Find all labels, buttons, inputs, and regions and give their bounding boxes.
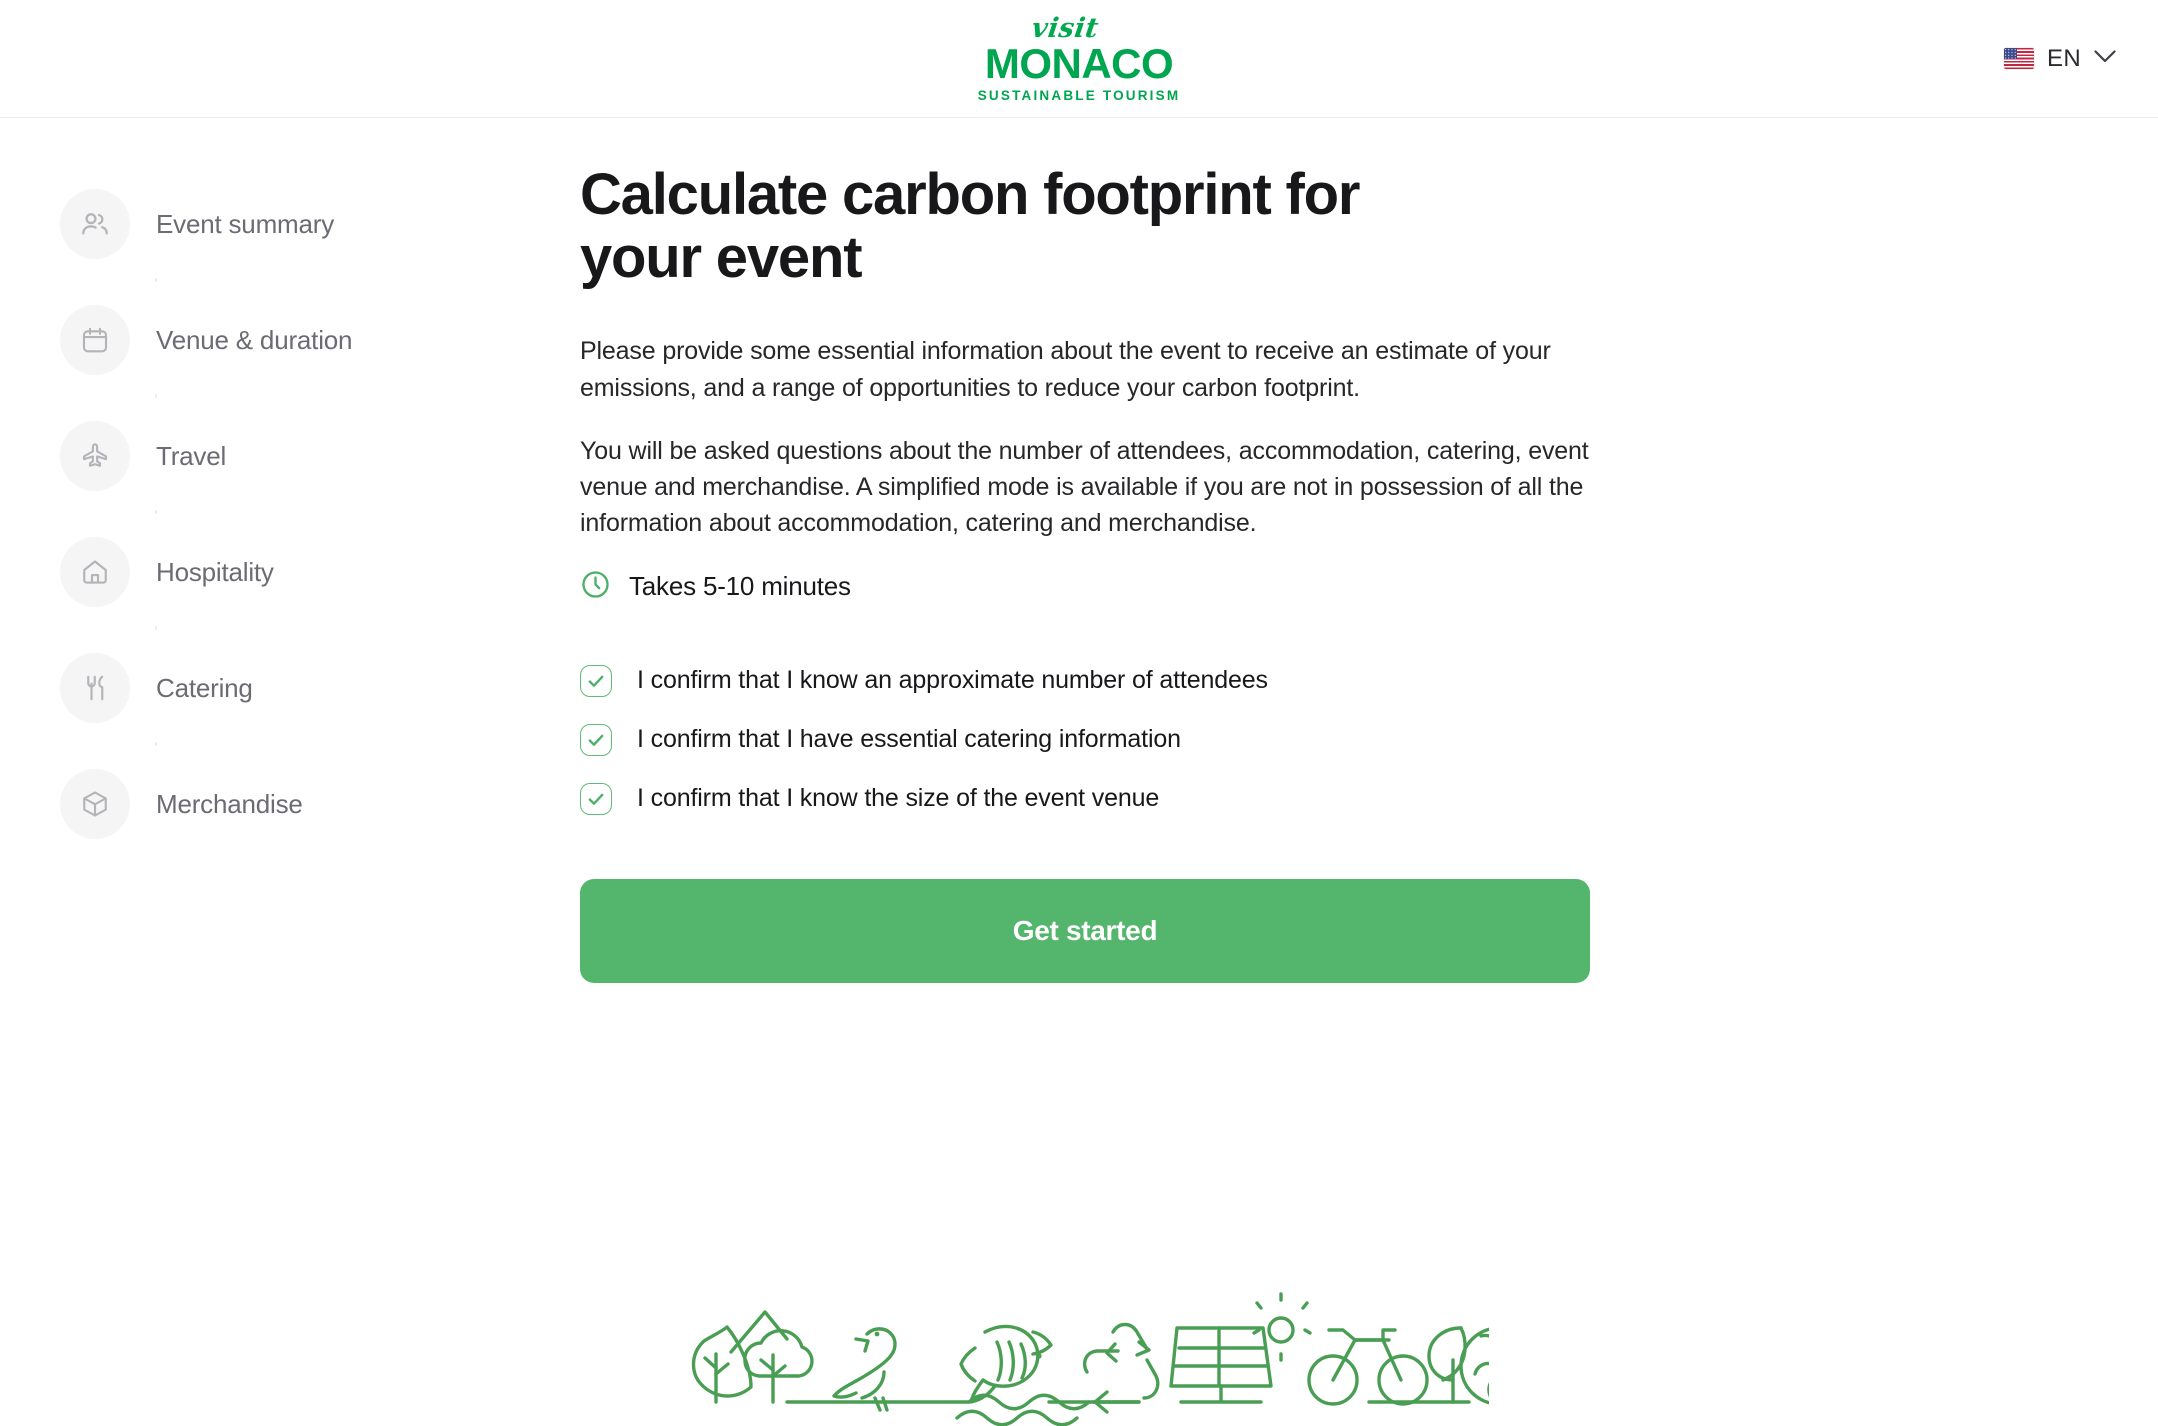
sidebar-item-venue-duration[interactable]: Venue & duration <box>60 282 580 398</box>
airplane-icon <box>60 421 130 491</box>
checkbox-label: I confirm that I have essential catering… <box>637 725 1181 753</box>
house-icon <box>60 537 130 607</box>
app-header: visit MONACO SUSTAINABLE TOURISM EN <box>0 0 2158 118</box>
sidebar-item-event-summary[interactable]: Event summary <box>60 166 580 282</box>
sidebar-item-merchandise[interactable]: Merchandise <box>60 746 580 862</box>
sidebar-item-catering[interactable]: Catering <box>60 630 580 746</box>
chevron-down-icon <box>2094 49 2116 68</box>
checkbox-label: I confirm that I know an approximate num… <box>637 666 1268 694</box>
checkbox-row-catering[interactable]: I confirm that I have essential catering… <box>580 723 1590 756</box>
language-selector[interactable]: EN <box>2004 45 2116 73</box>
step-connector-line <box>155 510 157 514</box>
checkbox-checked-icon[interactable] <box>580 664 612 697</box>
clock-icon <box>580 569 611 605</box>
get-started-button[interactable]: Get started <box>580 878 1590 983</box>
step-list: Event summary Venue & duration Travel Ho… <box>0 166 580 862</box>
duration-label: Takes 5-10 minutes <box>629 571 851 601</box>
sidebar-item-hospitality[interactable]: Hospitality <box>60 514 580 630</box>
page-title: Calculate carbon footprint for your even… <box>580 162 1360 290</box>
checkbox-label: I confirm that I know the size of the ev… <box>637 784 1160 812</box>
logo-script-word: visit <box>1029 12 1101 44</box>
checkbox-checked-icon[interactable] <box>580 782 612 815</box>
sidebar-item-label: Venue & duration <box>156 324 353 355</box>
page-body: Event summary Venue & duration Travel Ho… <box>0 118 2158 1426</box>
main-content: Calculate carbon footprint for your even… <box>580 118 2158 1426</box>
logo-brand-name: MONACO <box>984 39 1174 87</box>
step-connector-line <box>155 278 157 282</box>
checkbox-row-venue-size[interactable]: I confirm that I know the size of the ev… <box>580 782 1590 815</box>
intro-paragraph-2: You will be asked questions about the nu… <box>580 436 1589 538</box>
intro-paragraph-1: Please provide some essential informatio… <box>580 337 1551 402</box>
users-icon <box>60 189 130 259</box>
brand-logo: visit MONACO SUSTAINABLE TOURISM <box>977 12 1181 103</box>
duration-notice: Takes 5-10 minutes <box>580 569 1590 605</box>
sidebar-item-label: Hospitality <box>156 556 274 587</box>
sidebar-item-label: Merchandise <box>156 788 303 819</box>
language-code-label: EN <box>2047 44 2081 72</box>
logo-tagline: SUSTAINABLE TOURISM <box>977 87 1181 103</box>
checkbox-checked-icon[interactable] <box>580 723 612 756</box>
calendar-icon <box>60 305 130 375</box>
fork-knife-icon <box>60 653 130 723</box>
step-connector-line <box>155 394 157 398</box>
box-icon <box>60 769 130 839</box>
step-connector-line <box>155 626 157 630</box>
sidebar-item-label: Event summary <box>156 208 335 239</box>
sidebar-item-label: Catering <box>156 672 253 703</box>
sidebar-item-label: Travel <box>156 440 227 471</box>
us-flag-icon <box>2004 48 2035 69</box>
sidebar-item-travel[interactable]: Travel <box>60 398 580 514</box>
confirmation-checklist: I confirm that I know an approximate num… <box>580 664 1590 815</box>
step-sidebar: Event summary Venue & duration Travel Ho… <box>0 118 580 1426</box>
checkbox-row-attendees[interactable]: I confirm that I know an approximate num… <box>580 664 1590 697</box>
step-connector-line <box>155 742 157 746</box>
